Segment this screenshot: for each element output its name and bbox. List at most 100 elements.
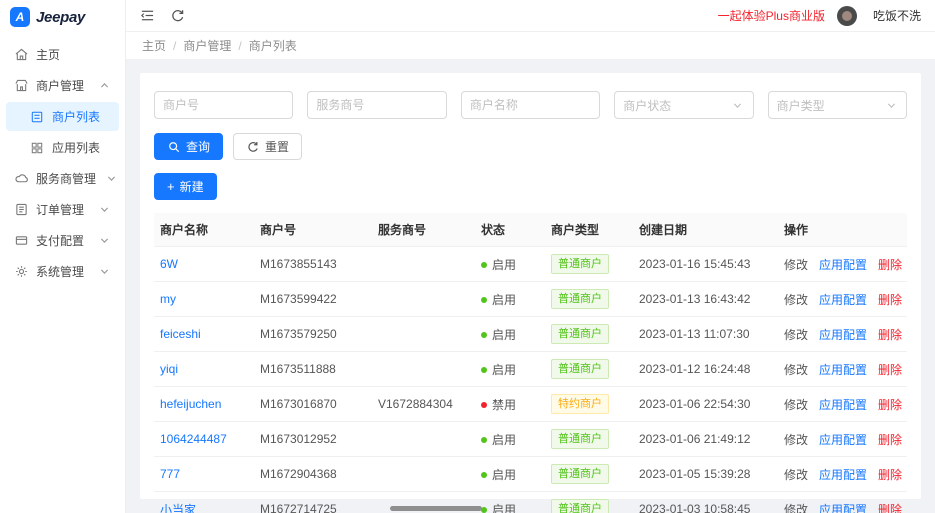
- merchant-name-link[interactable]: yiqi: [160, 362, 178, 376]
- actions-cell: 修改 应用配置 删除: [778, 316, 907, 352]
- delete-link[interactable]: 删除: [878, 396, 902, 413]
- merchant-name-link[interactable]: 小当家: [160, 503, 196, 513]
- sidebar-item-order-mgmt[interactable]: 订单管理: [6, 195, 119, 224]
- page-content: 商户状态 商户类型: [126, 59, 935, 513]
- delete-link[interactable]: 删除: [878, 501, 902, 513]
- status-cell: 禁用: [475, 386, 545, 422]
- merchant-name-link[interactable]: 1064244487: [160, 432, 227, 446]
- search-button[interactable]: 查询: [154, 133, 224, 160]
- delete-link[interactable]: 删除: [878, 361, 902, 378]
- edit-link[interactable]: 修改: [784, 256, 808, 273]
- home-icon: [14, 48, 28, 62]
- delete-link[interactable]: 删除: [878, 431, 902, 448]
- merchant-name-cell: 1064244487: [154, 421, 254, 457]
- sidebar-item-merchant-mgmt[interactable]: 商户管理: [6, 71, 119, 100]
- status-dot: [481, 471, 487, 478]
- merchant-name-link[interactable]: feiceshi: [160, 327, 201, 341]
- merchant-name-link[interactable]: 6W: [160, 257, 178, 271]
- app-config-link[interactable]: 应用配置: [819, 431, 867, 448]
- username[interactable]: 吃饭不洗: [873, 7, 921, 24]
- refresh-icon[interactable]: [171, 9, 185, 23]
- logo-text: Jeepay: [36, 8, 86, 26]
- merchant-name-cell: hefeijuchen: [154, 386, 254, 422]
- app-config-link[interactable]: 应用配置: [819, 256, 867, 273]
- type-cell: 普通商户: [545, 246, 633, 282]
- app-config-link[interactable]: 应用配置: [819, 361, 867, 378]
- edit-link[interactable]: 修改: [784, 326, 808, 343]
- gear-icon: [14, 265, 28, 279]
- merchant-name-link[interactable]: hefeijuchen: [160, 397, 221, 411]
- actions-cell: 修改 应用配置 删除: [778, 491, 907, 513]
- delete-link[interactable]: 删除: [878, 291, 902, 308]
- cloud-icon: [14, 172, 28, 186]
- table-row: yiqi M1673511888 启用 普通商户 2023-01-12 16:24:48…: [154, 351, 907, 387]
- plus-promo-link[interactable]: 一起体验Plus商业版: [718, 7, 825, 24]
- type-cell: 普通商户: [545, 456, 633, 492]
- create-button-label: 新建: [179, 180, 204, 194]
- merchant-name-cell: 6W: [154, 246, 254, 282]
- merchant-type-select[interactable]: 商户类型: [767, 91, 908, 119]
- sidebar-item-label: 服务商管理: [36, 172, 97, 186]
- created-date-cell: 2023-01-12 16:24:48: [633, 351, 778, 387]
- sidebar-item-merchant-list[interactable]: 商户列表: [6, 102, 119, 131]
- column-header: 商户类型: [545, 213, 633, 247]
- status-dot: [481, 366, 487, 373]
- isv-no-cell: [372, 281, 475, 317]
- sidebar-item-system-mgmt[interactable]: 系统管理: [6, 257, 119, 286]
- sidebar-item-isv-mgmt[interactable]: 服务商管理: [6, 164, 119, 193]
- table-body: 6W M1673855143 启用 普通商户 2023-01-16 15:45:43 修改…: [154, 246, 907, 513]
- app-config-link[interactable]: 应用配置: [819, 501, 867, 513]
- edit-link[interactable]: 修改: [784, 396, 808, 413]
- merchant-no-cell: M1672904368: [254, 456, 372, 492]
- actions-cell: 修改 应用配置 删除: [778, 456, 907, 492]
- sidebar-item-pay-config[interactable]: 支付配置: [6, 226, 119, 255]
- merchant-type-badge: 普通商户: [551, 429, 609, 449]
- merchant-name-input[interactable]: [460, 91, 601, 119]
- horizontal-scrollbar-thumb[interactable]: [390, 506, 482, 511]
- merchant-name-cell: my: [154, 281, 254, 317]
- delete-link[interactable]: 删除: [878, 256, 902, 273]
- avatar[interactable]: [836, 5, 857, 26]
- merchant-no-input[interactable]: [154, 91, 294, 119]
- topbar: 一起体验Plus商业版 吃饭不洗: [126, 0, 935, 32]
- sidebar-item-home[interactable]: 主页: [6, 40, 119, 69]
- column-header: 服务商号: [372, 213, 475, 247]
- breadcrumb-home[interactable]: 主页: [142, 37, 166, 54]
- shop-icon: [14, 79, 28, 93]
- edit-link[interactable]: 修改: [784, 361, 808, 378]
- breadcrumb-merchant-mgmt[interactable]: 商户管理: [183, 37, 231, 54]
- edit-link[interactable]: 修改: [784, 466, 808, 483]
- app-config-link[interactable]: 应用配置: [819, 326, 867, 343]
- menu-fold-icon[interactable]: [140, 8, 155, 23]
- merchant-name-cell: yiqi: [154, 351, 254, 387]
- edit-link[interactable]: 修改: [784, 501, 808, 513]
- app-config-link[interactable]: 应用配置: [819, 291, 867, 308]
- merchant-name-cell: 777: [154, 456, 254, 492]
- created-date-cell: 2023-01-13 16:43:42: [633, 281, 778, 317]
- reset-button[interactable]: 重置: [233, 133, 303, 160]
- merchant-no-cell: M1673855143: [254, 246, 372, 282]
- delete-link[interactable]: 删除: [878, 326, 902, 343]
- sidebar-item-label: 订单管理: [36, 203, 85, 217]
- merchant-status-select[interactable]: 商户状态: [614, 91, 754, 119]
- edit-link[interactable]: 修改: [784, 431, 808, 448]
- isv-no-input[interactable]: [307, 91, 447, 119]
- create-button[interactable]: + 新建: [154, 173, 217, 200]
- isv-no-cell: [372, 421, 475, 457]
- merchant-list-icon: [30, 110, 44, 124]
- merchant-name-link[interactable]: my: [160, 292, 176, 306]
- type-cell: 普通商户: [545, 351, 633, 387]
- delete-link[interactable]: 删除: [878, 466, 902, 483]
- table-header-row: 商户名称 商户号 服务商号 状态 商户类型 创建日期 操作: [154, 213, 907, 247]
- edit-link[interactable]: 修改: [784, 291, 808, 308]
- merchant-type-badge: 普通商户: [551, 324, 609, 344]
- chevron-down-icon: [97, 234, 111, 248]
- created-date-cell: 2023-01-05 15:39:28: [633, 456, 778, 492]
- status-dot: [481, 296, 487, 303]
- app-config-link[interactable]: 应用配置: [819, 466, 867, 483]
- sidebar-item-app-list[interactable]: 应用列表: [6, 133, 119, 162]
- app-config-link[interactable]: 应用配置: [819, 396, 867, 413]
- logo[interactable]: A Jeepay: [0, 0, 125, 34]
- chevron-down-icon: [884, 98, 898, 112]
- merchant-name-link[interactable]: 777: [160, 467, 180, 481]
